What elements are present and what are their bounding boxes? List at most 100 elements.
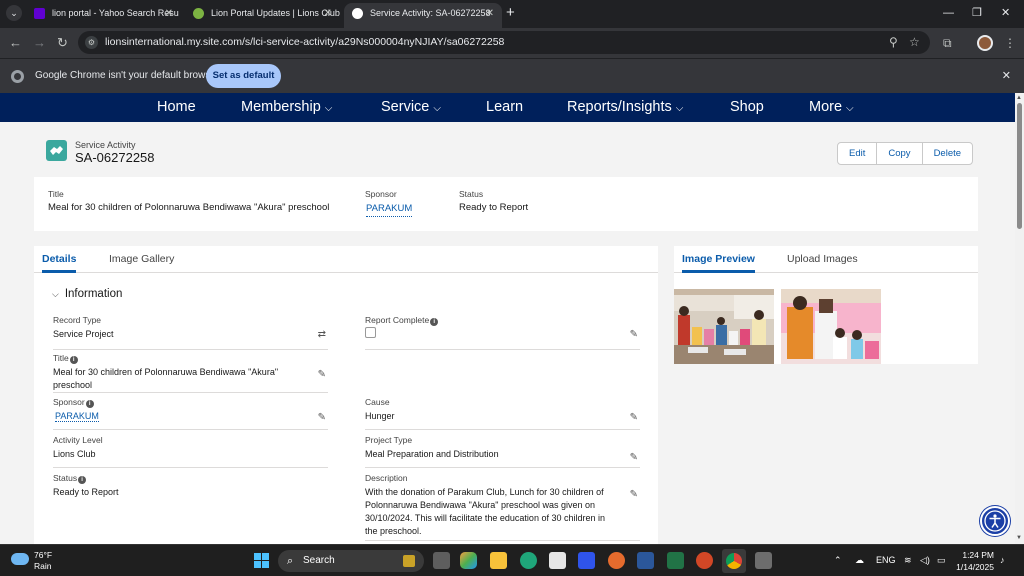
edit-pencil-icon[interactable]: ✎: [318, 412, 326, 423]
information-section-header[interactable]: ⌵ Information: [52, 288, 122, 300]
nav-service[interactable]: Service ⌵: [381, 93, 441, 123]
tray-overflow-icon[interactable]: ⌃: [834, 545, 842, 576]
close-tab-icon[interactable]: ✕: [165, 3, 173, 24]
windows-start-icon[interactable]: [253, 552, 270, 569]
firefox-icon[interactable]: [608, 552, 625, 569]
tab-service-activity[interactable]: Service Activity: SA-06272258 ✕: [344, 3, 502, 28]
weather-condition: Rain: [34, 561, 52, 571]
preview-image-2[interactable]: [781, 289, 881, 364]
window-close-icon[interactable]: ✕: [1001, 3, 1010, 23]
address-bar[interactable]: ⚙ lionsinternational.my.site.com/s/lci-s…: [78, 31, 930, 54]
edge-icon[interactable]: [520, 552, 537, 569]
microsoft-store-icon[interactable]: [549, 552, 566, 569]
info-icon[interactable]: i: [78, 476, 87, 484]
edit-pencil-icon[interactable]: ✎: [630, 329, 638, 340]
infobar-close-icon[interactable]: ✕: [1002, 59, 1011, 93]
edit-pencil-icon[interactable]: ✎: [318, 369, 326, 380]
copy-button[interactable]: Copy: [877, 143, 923, 164]
restore-icon[interactable]: ❐: [972, 3, 982, 23]
tab-search-icon[interactable]: ⌄: [6, 5, 22, 21]
profile-avatar[interactable]: [977, 35, 993, 51]
edit-pencil-icon[interactable]: ✎: [630, 452, 638, 463]
info-icon[interactable]: i: [430, 318, 439, 326]
change-record-type-icon[interactable]: ⇄: [318, 329, 326, 340]
word-icon[interactable]: [637, 552, 654, 569]
battery-icon[interactable]: ▭: [937, 545, 946, 576]
tab-title: lion portal - Yahoo Search Resu: [52, 8, 179, 18]
chevron-down-icon: ⌵: [52, 289, 59, 299]
file-explorer-icon[interactable]: [490, 552, 507, 569]
tab-upload-images[interactable]: Upload Images: [787, 246, 858, 273]
wifi-icon[interactable]: ≋: [904, 545, 912, 576]
copilot-icon[interactable]: [460, 552, 477, 569]
scroll-down-icon[interactable]: ▼: [1016, 535, 1022, 541]
highlight-sponsor-link[interactable]: PARAKUM: [366, 203, 413, 217]
info-icon[interactable]: i: [69, 356, 78, 364]
set-as-default-button[interactable]: Set as default: [206, 64, 281, 88]
nav-learn[interactable]: Learn: [486, 93, 523, 122]
bookmark-star-icon[interactable]: ☆: [909, 31, 920, 54]
edit-button[interactable]: Edit: [838, 143, 878, 164]
accessibility-button[interactable]: [980, 506, 1010, 536]
field-status: Status i Ready to Report: [53, 473, 328, 513]
sponsor-link[interactable]: PARAKUM: [55, 411, 99, 422]
site-info-icon[interactable]: ⚙: [85, 36, 98, 49]
site-favicon-icon: [352, 8, 363, 19]
close-tab-icon[interactable]: ✕: [486, 3, 494, 24]
new-tab-button[interactable]: +: [506, 3, 515, 23]
preview-tabs: Image Preview Upload Images: [674, 246, 978, 273]
notification-bell-icon[interactable]: ♪: [1000, 545, 1005, 576]
field-label: Activity Level: [53, 435, 103, 445]
snipping-tool-icon[interactable]: [755, 552, 772, 569]
search-placeholder: Search: [303, 555, 335, 566]
report-complete-checkbox[interactable]: [365, 327, 376, 338]
scroll-up-icon[interactable]: ▲: [1016, 95, 1022, 101]
task-view-icon[interactable]: [433, 552, 450, 569]
reload-icon[interactable]: ↻: [57, 33, 68, 53]
tab-lion-portal-updates[interactable]: Lion Portal Updates | Lions Club ✕: [185, 3, 340, 28]
taskbar-search-input[interactable]: ⌕ Search: [278, 550, 424, 572]
page-scrollbar[interactable]: ▲ ▼: [1015, 93, 1024, 544]
field-value: Lions Club: [53, 449, 96, 459]
back-icon[interactable]: ←: [9, 33, 22, 53]
tab-image-gallery[interactable]: Image Gallery: [109, 246, 174, 273]
clock[interactable]: 1:24 PM 1/14/2025: [948, 550, 994, 572]
delete-button[interactable]: Delete: [923, 143, 972, 164]
page-content: Service Activity SA-06272258 Edit Copy D…: [0, 122, 1015, 544]
tab-details[interactable]: Details: [42, 246, 77, 273]
details-tabs: Details Image Gallery: [34, 246, 658, 273]
scrollbar-thumb[interactable]: [1017, 103, 1022, 229]
volume-icon[interactable]: ◁): [920, 545, 930, 576]
nav-reports-insights[interactable]: Reports/Insights ⌵: [567, 93, 683, 123]
minimize-icon[interactable]: —: [943, 3, 954, 23]
nav-shop[interactable]: Shop: [730, 93, 764, 122]
nav-more[interactable]: More ⌵: [809, 93, 854, 123]
windows-taskbar: 76°F Rain ⌕ Search ⌃ ☁ ENG ≋ ◁) ▭ 1:24 P…: [0, 544, 1024, 576]
location-icon[interactable]: ⚲: [889, 31, 898, 54]
language-indicator[interactable]: ENG: [876, 545, 896, 576]
record-name: SA-06272258: [75, 150, 155, 165]
clock-date: 1/14/2025: [956, 562, 994, 572]
app-icon[interactable]: [578, 552, 595, 569]
tab-yahoo-search[interactable]: lion portal - Yahoo Search Resu ✕: [26, 3, 181, 28]
url-text: lionsinternational.my.site.com/s/lci-ser…: [105, 36, 505, 48]
chevron-down-icon: ⌵: [433, 103, 441, 114]
field-label: Description: [365, 473, 408, 483]
tab-title: Service Activity: SA-06272258: [370, 8, 491, 18]
tab-image-preview[interactable]: Image Preview: [682, 246, 755, 273]
powerpoint-icon[interactable]: [696, 552, 713, 569]
forward-icon[interactable]: →: [33, 33, 46, 53]
close-tab-icon[interactable]: ✕: [324, 3, 332, 24]
nav-membership[interactable]: Membership ⌵: [241, 93, 332, 123]
onedrive-icon[interactable]: ☁: [855, 545, 864, 576]
edit-pencil-icon[interactable]: ✎: [630, 412, 638, 423]
preview-image-1[interactable]: [674, 289, 774, 364]
edit-pencil-icon[interactable]: ✎: [630, 489, 638, 500]
info-icon[interactable]: i: [85, 400, 94, 408]
nav-home[interactable]: Home: [157, 93, 196, 122]
excel-icon[interactable]: [667, 552, 684, 569]
record-header: Service Activity SA-06272258 Edit Copy D…: [34, 130, 978, 177]
chrome-taskbar-button[interactable]: [722, 549, 746, 573]
chrome-menu-icon[interactable]: ⋮: [1004, 33, 1016, 53]
extensions-icon[interactable]: ⧉: [943, 33, 952, 53]
